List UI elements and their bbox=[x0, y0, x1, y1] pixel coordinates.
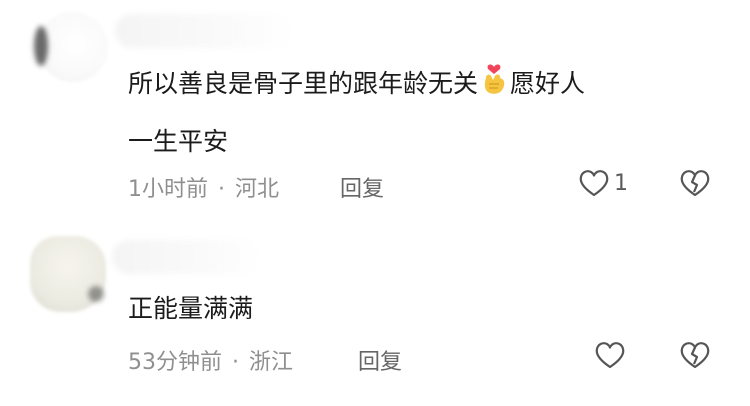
like-count: 1 bbox=[614, 170, 628, 196]
comment-meta: 1小时前 · 河北 bbox=[128, 171, 279, 203]
comment-text: 正能量满满 bbox=[128, 294, 254, 323]
heart-icon bbox=[579, 170, 609, 197]
broken-heart-icon bbox=[680, 342, 710, 369]
separator: · bbox=[232, 350, 239, 375]
reply-button[interactable]: 回复 bbox=[358, 344, 402, 376]
location: 浙江 bbox=[249, 350, 294, 375]
username[interactable] bbox=[112, 240, 262, 274]
avatar[interactable] bbox=[34, 12, 108, 82]
location: 河北 bbox=[235, 177, 280, 202]
broken-heart-icon bbox=[680, 170, 710, 197]
comment-meta: 53分钟前 · 浙江 bbox=[128, 344, 293, 376]
comment-text: 所以善良是骨子里的跟年龄无关 愿好人 一生平安 bbox=[128, 57, 708, 169]
like-button[interactable]: 1 bbox=[578, 168, 628, 198]
dislike-button[interactable] bbox=[679, 340, 711, 374]
finger-heart-icon bbox=[480, 61, 508, 115]
avatar[interactable] bbox=[30, 236, 106, 312]
timestamp: 1小时前 bbox=[128, 177, 208, 202]
username[interactable] bbox=[115, 14, 295, 48]
dislike-button[interactable] bbox=[679, 168, 711, 202]
separator: · bbox=[218, 177, 225, 202]
timestamp: 53分钟前 bbox=[128, 350, 222, 375]
heart-icon bbox=[595, 342, 625, 369]
reply-button[interactable]: 回复 bbox=[340, 171, 384, 203]
like-button[interactable] bbox=[594, 340, 630, 370]
